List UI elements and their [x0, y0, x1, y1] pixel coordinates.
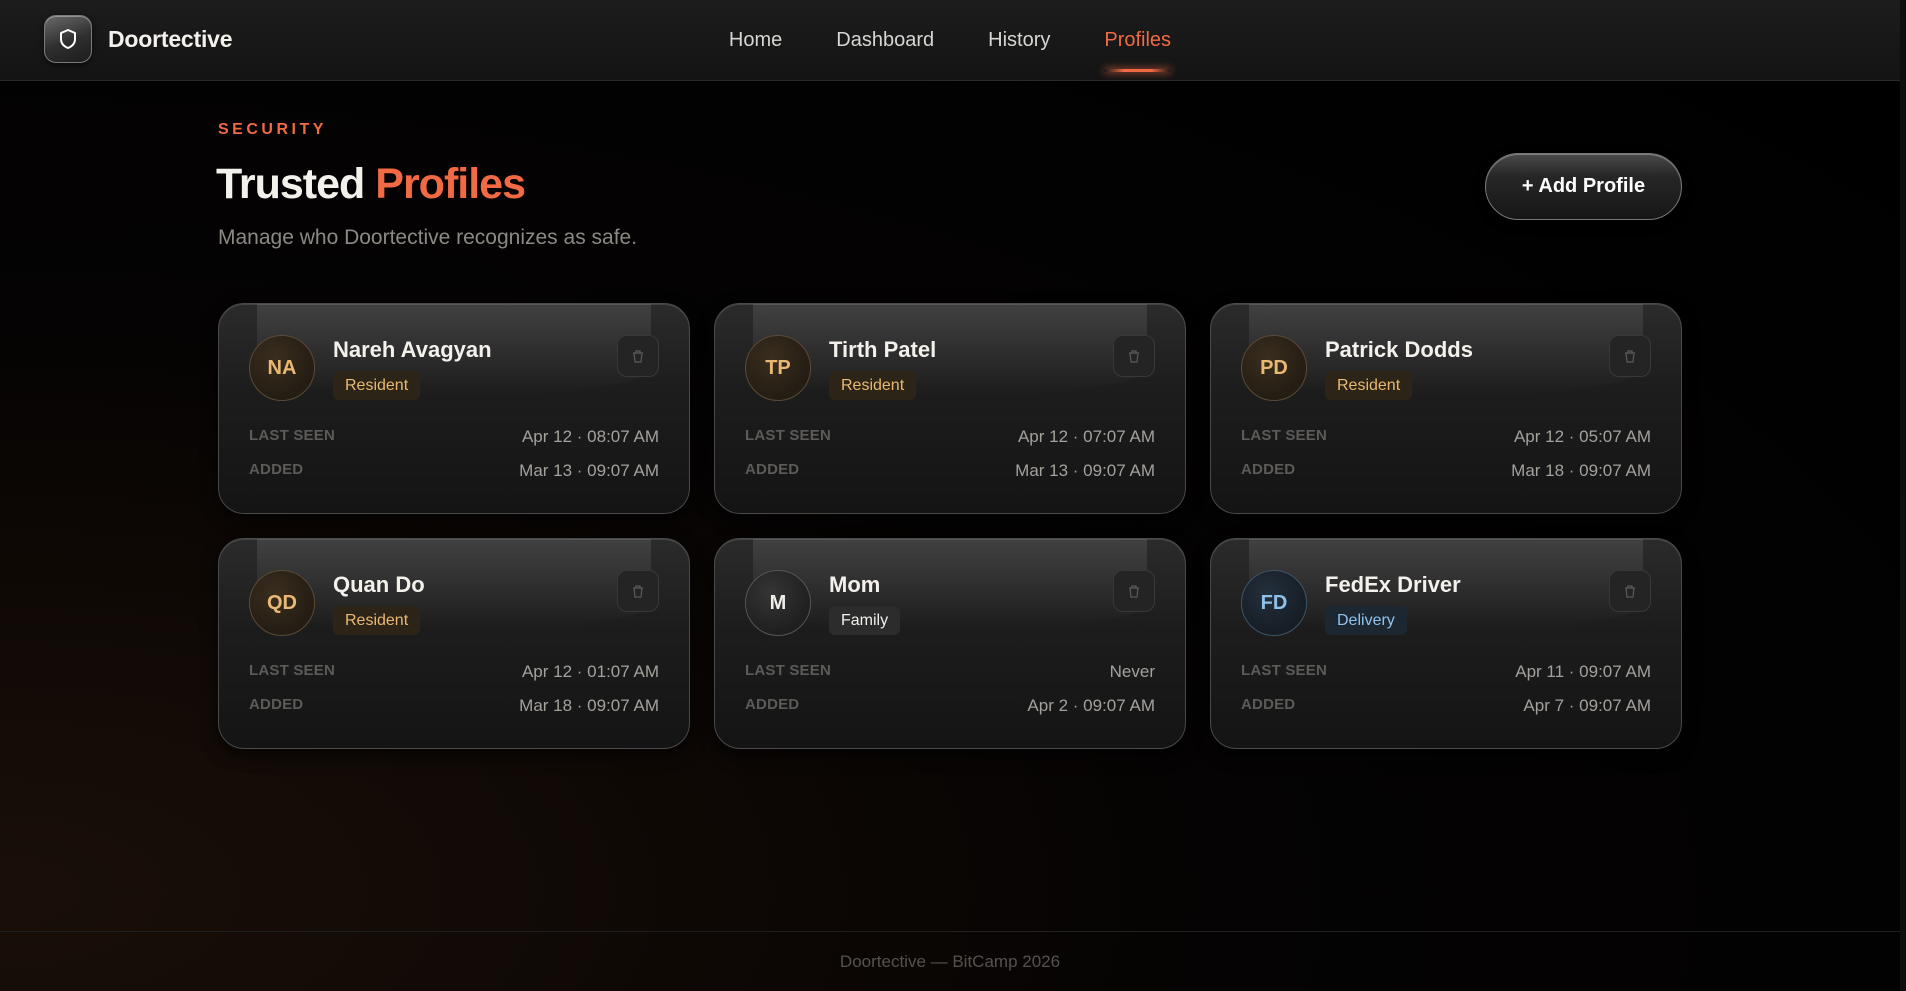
trash-icon	[633, 584, 643, 598]
last-seen-value: Never	[1109, 662, 1155, 681]
section-eyebrow: SECURITY	[218, 121, 327, 138]
page-title-main: Trusted	[216, 160, 365, 208]
avatar: M	[745, 570, 811, 636]
avatar: QD	[249, 570, 315, 636]
last-seen-label: LAST SEEN	[1241, 662, 1327, 679]
role-tag: Resident	[333, 371, 421, 400]
role-tag: Resident	[333, 606, 421, 635]
avatar: TP	[745, 335, 811, 401]
added-label: ADDED	[1241, 461, 1296, 478]
shield-icon	[44, 15, 92, 63]
page-title: Trusted Profiles	[216, 160, 526, 209]
delete-profile-button[interactable]	[1609, 570, 1651, 612]
added-value: Mar 13 · 09:07 AM	[519, 461, 659, 480]
profile-name: Mom	[829, 572, 881, 597]
last-seen-label: LAST SEEN	[249, 427, 335, 444]
avatar: FD	[1241, 570, 1307, 636]
delete-profile-button[interactable]	[1609, 335, 1651, 377]
added-value: Apr 2 · 09:07 AM	[1027, 696, 1155, 715]
trash-icon	[1129, 584, 1139, 598]
profiles-grid: NA Nareh Avagyan Resident LAST SEEN Apr …	[218, 303, 1682, 749]
profile-card: QD Quan Do Resident LAST SEEN Apr 12 · 0…	[218, 538, 690, 749]
footer: Doortective — BitCamp 2026	[0, 931, 1900, 991]
added-label: ADDED	[249, 461, 304, 478]
last-seen-label: LAST SEEN	[249, 662, 335, 679]
added-label: ADDED	[745, 461, 800, 478]
last-seen-label: LAST SEEN	[745, 662, 831, 679]
added-value: Mar 13 · 09:07 AM	[1015, 461, 1155, 480]
added-label: ADDED	[745, 696, 800, 713]
added-label: ADDED	[249, 696, 304, 713]
trash-icon	[1129, 349, 1139, 363]
nav-profiles[interactable]: Profiles	[1104, 25, 1171, 72]
page-title-accent: Profiles	[375, 160, 526, 208]
brand-name: Doortective	[108, 25, 233, 52]
role-tag: Delivery	[1325, 606, 1407, 635]
top-navbar: Doortective Home Dashboard History Profi…	[0, 0, 1900, 81]
trash-icon	[1625, 349, 1635, 363]
trash-icon	[1625, 584, 1635, 598]
trash-icon	[633, 349, 643, 363]
avatar: NA	[249, 335, 315, 401]
last-seen-value: Apr 12 · 08:07 AM	[521, 427, 659, 446]
scrollbar[interactable]	[1900, 0, 1906, 991]
last-seen-label: LAST SEEN	[1241, 427, 1327, 444]
added-value: Apr 7 · 09:07 AM	[1523, 696, 1651, 715]
profile-name: Nareh Avagyan	[333, 337, 492, 362]
profile-name: Tirth Patel	[829, 337, 937, 362]
profile-name: Patrick Dodds	[1325, 337, 1473, 362]
added-value: Mar 18 · 09:07 AM	[519, 696, 659, 715]
delete-profile-button[interactable]	[617, 570, 659, 612]
brand[interactable]: Doortective	[44, 15, 233, 63]
added-value: Mar 18 · 09:07 AM	[1511, 461, 1651, 480]
delete-profile-button[interactable]	[1113, 335, 1155, 377]
added-label: ADDED	[1241, 696, 1296, 713]
last-seen-label: LAST SEEN	[745, 427, 831, 444]
delete-profile-button[interactable]	[617, 335, 659, 377]
profile-card: FD FedEx Driver Delivery LAST SEEN Apr 1…	[1210, 538, 1682, 749]
profile-card: M Mom Family LAST SEEN Never ADDED Apr 2…	[714, 538, 1186, 749]
last-seen-value: Apr 12 · 05:07 AM	[1513, 427, 1651, 446]
last-seen-value: Apr 12 · 01:07 AM	[521, 662, 659, 681]
page-subtitle: Manage who Doortective recognizes as saf…	[218, 226, 638, 249]
nav-links: Home Dashboard History Profiles	[0, 0, 1900, 81]
profile-card: PD Patrick Dodds Resident LAST SEEN Apr …	[1210, 303, 1682, 514]
add-profile-button[interactable]: + Add Profile	[1485, 153, 1682, 220]
role-tag: Family	[829, 606, 901, 635]
nav-history[interactable]: History	[988, 25, 1050, 56]
last-seen-value: Apr 12 · 07:07 AM	[1017, 427, 1155, 446]
profile-card: NA Nareh Avagyan Resident LAST SEEN Apr …	[218, 303, 690, 514]
role-tag: Resident	[829, 371, 917, 400]
delete-profile-button[interactable]	[1113, 570, 1155, 612]
nav-dashboard[interactable]: Dashboard	[836, 25, 934, 56]
avatar: PD	[1241, 335, 1307, 401]
nav-home[interactable]: Home	[729, 25, 782, 56]
profile-name: Quan Do	[333, 572, 425, 597]
profile-name: FedEx Driver	[1325, 572, 1461, 597]
role-tag: Resident	[1325, 371, 1413, 400]
profile-card: TP Tirth Patel Resident LAST SEEN Apr 12…	[714, 303, 1186, 514]
last-seen-value: Apr 11 · 09:07 AM	[1515, 662, 1651, 681]
